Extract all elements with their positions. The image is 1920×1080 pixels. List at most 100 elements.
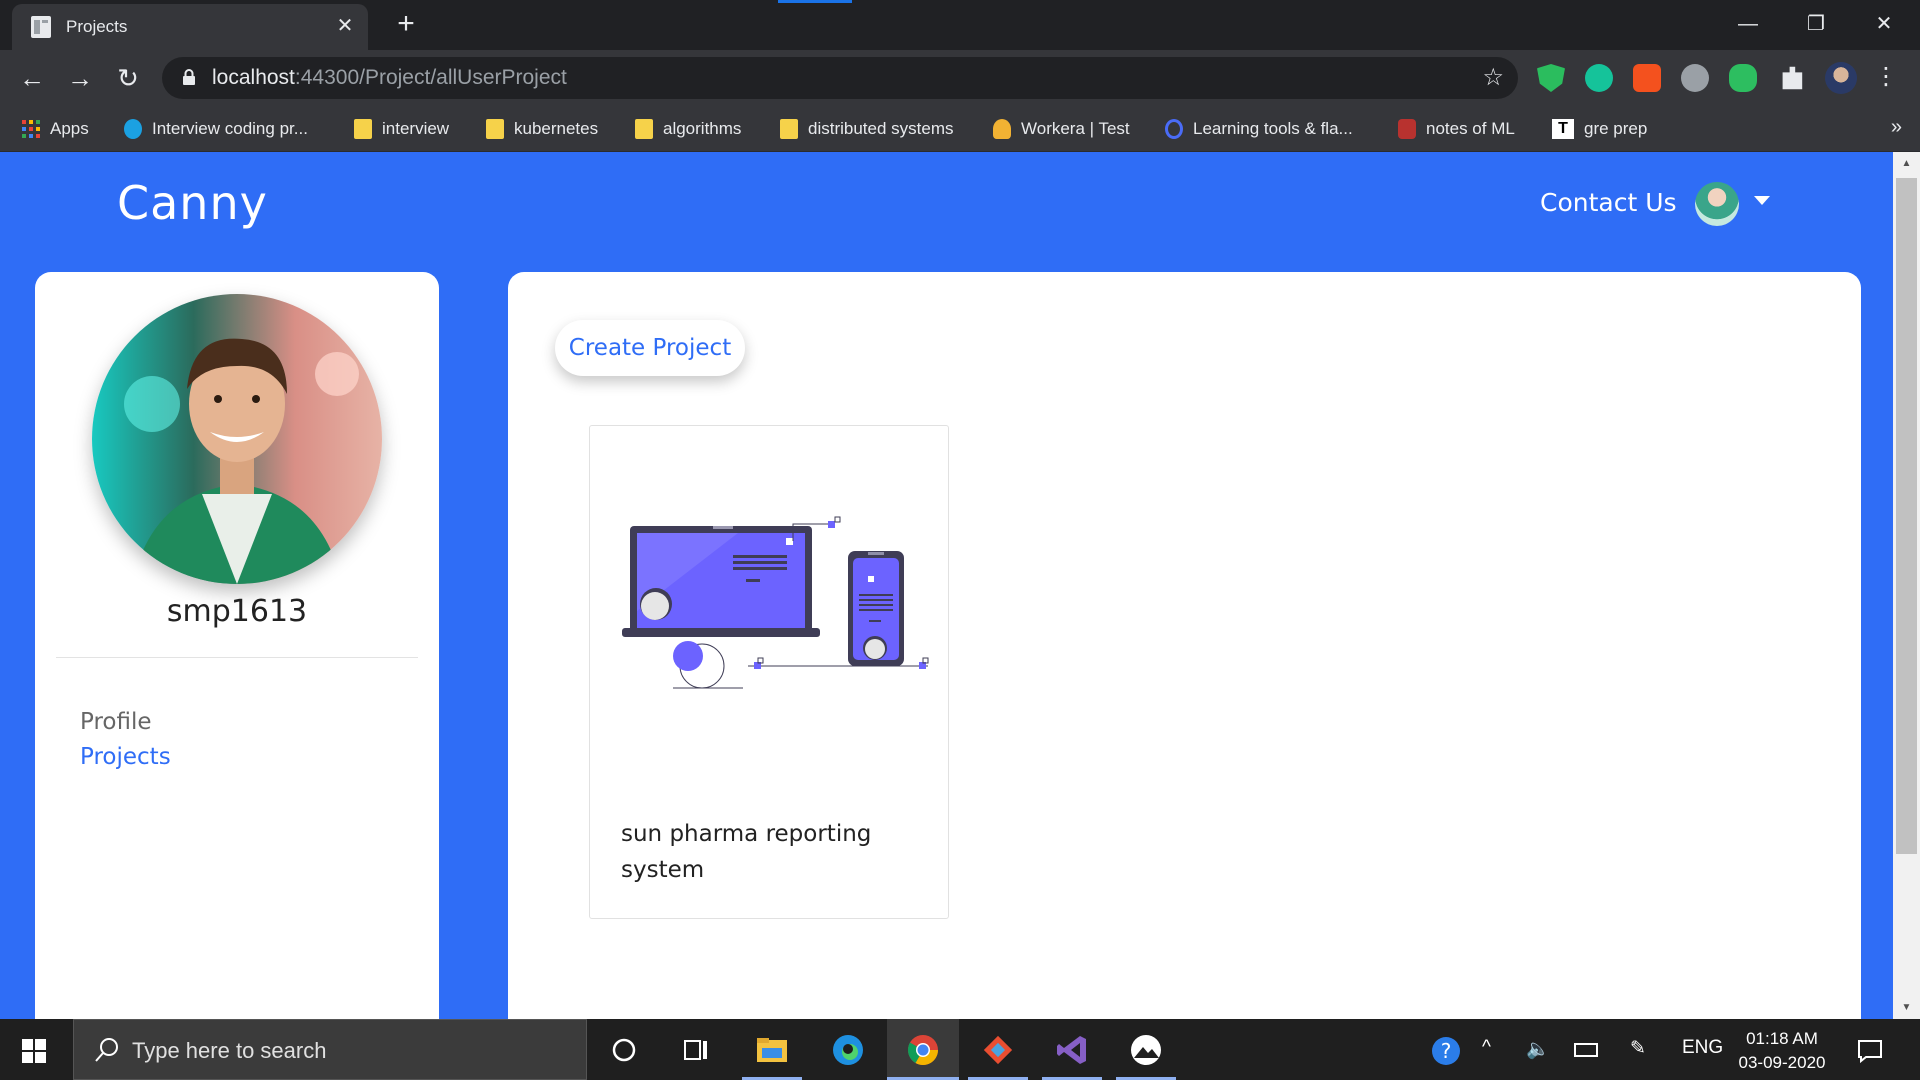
git-tool-icon[interactable] <box>980 1032 1016 1068</box>
shield-extension-icon[interactable] <box>1537 64 1565 92</box>
bookmark-label: Learning tools & fla... <box>1193 119 1353 138</box>
bookmarks-bar: Apps Interview coding pr... interview ku… <box>0 106 1920 152</box>
photos-app-icon[interactable] <box>1128 1032 1164 1068</box>
lock-icon <box>183 69 195 85</box>
language-indicator[interactable]: ENG <box>1682 1037 1723 1059</box>
bookmark-item[interactable]: T gre prep <box>1552 117 1647 141</box>
brand-logo[interactable]: Canny <box>117 176 268 230</box>
tab-close-icon[interactable]: ✕ <box>332 13 358 39</box>
bookmark-item[interactable]: Workera | Test <box>993 117 1130 141</box>
search-icon <box>95 1038 118 1062</box>
bookmark-item[interactable]: kubernetes <box>486 117 598 141</box>
folder-icon <box>486 119 504 139</box>
bookmark-item[interactable]: notes of ML <box>1398 117 1515 141</box>
scrollbar-thumb[interactable] <box>1896 178 1917 854</box>
taskbar-clock[interactable]: 01:18 AM 03-09-2020 <box>1730 1027 1834 1075</box>
extensions-puzzle-icon[interactable] <box>1782 66 1803 90</box>
site-icon <box>1165 119 1183 139</box>
create-project-button[interactable]: Create Project <box>555 320 745 376</box>
bookmark-label: Workera | Test <box>1021 119 1130 138</box>
profile-avatar <box>92 294 382 584</box>
bookmark-label: distributed systems <box>808 119 954 138</box>
chrome-browser-icon[interactable] <box>905 1032 941 1068</box>
bookmark-label: algorithms <box>663 119 742 138</box>
bookmark-label: kubernetes <box>514 119 599 138</box>
site-icon: T <box>1552 119 1574 139</box>
evernote-extension-icon[interactable] <box>1729 64 1757 92</box>
bookmark-label: Apps <box>50 119 89 138</box>
bookmarks-overflow-icon[interactable]: » <box>1891 116 1902 139</box>
cloud-extension-icon[interactable] <box>1681 64 1709 92</box>
page-viewport: Canny Contact Us smp1613 Profile Project… <box>0 152 1893 1019</box>
bookmark-item[interactable]: interview <box>354 117 449 141</box>
new-tab-button[interactable]: + <box>390 9 422 41</box>
browser-tab-strip: Projects ✕ + — ❐ ✕ <box>0 0 1920 50</box>
bookmark-item[interactable]: Learning tools & fla... <box>1165 117 1353 141</box>
profile-sidebar-card: smp1613 Profile Projects <box>35 272 439 1019</box>
site-icon <box>124 119 142 139</box>
scroll-up-arrow-icon[interactable]: ▲ <box>1898 158 1915 169</box>
site-icon <box>993 119 1011 139</box>
bookmark-star-icon[interactable]: ☆ <box>1482 63 1504 92</box>
folder-icon <box>780 119 798 139</box>
bookmark-item[interactable]: Apps <box>22 117 89 141</box>
scroll-down-arrow-icon[interactable]: ▼ <box>1898 1002 1915 1013</box>
volume-icon[interactable]: 🔈 <box>1526 1037 1550 1061</box>
sidebar-item-projects[interactable]: Projects <box>80 744 171 770</box>
visual-studio-icon[interactable] <box>1054 1032 1090 1068</box>
svg-text:?: ? <box>1441 1039 1452 1063</box>
contact-us-link[interactable]: Contact Us <box>1540 188 1677 217</box>
windows-taskbar: Type here to search ? ^ 🔈 ✎ ENG 01:18 AM… <box>0 1019 1920 1080</box>
url-text: localhost:44300/Project/allUserProject <box>212 66 567 90</box>
clock-date: 03-09-2020 <box>1738 1053 1826 1072</box>
translate-extension-icon[interactable] <box>1633 64 1661 92</box>
bookmark-label: Interview coding pr... <box>152 119 308 138</box>
browser-tab[interactable]: Projects ✕ <box>12 4 368 50</box>
project-name[interactable]: sun pharma reporting system <box>621 816 921 888</box>
project-card[interactable]: sun pharma reporting system <box>589 425 949 919</box>
user-avatar-button[interactable] <box>1695 182 1739 226</box>
address-bar[interactable]: localhost:44300/Project/allUserProject ☆ <box>162 57 1518 99</box>
reload-icon[interactable]: ↻ <box>110 60 146 96</box>
page-icon <box>31 16 51 38</box>
folder-icon <box>354 119 372 139</box>
projects-main-card: Create Project sun pharma reporting syst… <box>508 272 1861 1019</box>
notification-center-icon[interactable] <box>1852 1032 1888 1068</box>
bookmark-label: gre prep <box>1584 119 1648 138</box>
bookmark-item[interactable]: Interview coding pr... <box>124 117 308 141</box>
forward-arrow-icon[interactable]: → <box>62 60 98 96</box>
taskbar-search-box[interactable]: Type here to search <box>73 1019 587 1080</box>
pen-icon[interactable]: ✎ <box>1630 1037 1646 1060</box>
caret-down-icon[interactable] <box>1754 196 1770 205</box>
bookmark-item[interactable]: algorithms <box>635 117 741 141</box>
windows-start-icon[interactable] <box>22 1039 46 1063</box>
task-view-icon[interactable] <box>678 1032 714 1068</box>
tray-overflow-icon[interactable]: ^ <box>1482 1037 1491 1059</box>
url-host: localhost <box>212 66 295 89</box>
cortana-icon[interactable] <box>606 1032 642 1068</box>
profile-username: smp1613 <box>166 594 308 629</box>
edge-browser-icon[interactable] <box>830 1032 866 1068</box>
back-arrow-icon[interactable]: ← <box>14 60 50 96</box>
file-explorer-icon[interactable] <box>754 1032 790 1068</box>
bookmark-item[interactable]: distributed systems <box>780 117 954 141</box>
bookmark-label: notes of ML <box>1426 119 1515 138</box>
folder-icon <box>635 119 653 139</box>
grammarly-extension-icon[interactable] <box>1585 64 1613 92</box>
project-illustration <box>622 516 929 689</box>
sidebar-divider <box>56 657 418 658</box>
chrome-menu-icon[interactable]: ⋮ <box>1874 62 1898 91</box>
url-path: :44300/Project/allUserProject <box>294 66 567 89</box>
close-window-button[interactable]: ✕ <box>1864 10 1904 38</box>
minimize-button[interactable]: — <box>1728 10 1768 38</box>
site-icon <box>1398 119 1416 139</box>
sidebar-item-profile[interactable]: Profile <box>80 709 152 735</box>
tab-title: Projects <box>66 17 128 36</box>
tab-accent <box>778 0 852 3</box>
battery-icon[interactable] <box>1574 1043 1598 1057</box>
restore-button[interactable]: ❐ <box>1796 10 1836 38</box>
clock-time: 01:18 AM <box>1746 1029 1818 1048</box>
help-icon[interactable]: ? <box>1428 1033 1464 1069</box>
profile-avatar-icon[interactable] <box>1825 62 1857 94</box>
browser-toolbar: ← → ↻ localhost:44300/Project/allUserPro… <box>0 50 1920 106</box>
